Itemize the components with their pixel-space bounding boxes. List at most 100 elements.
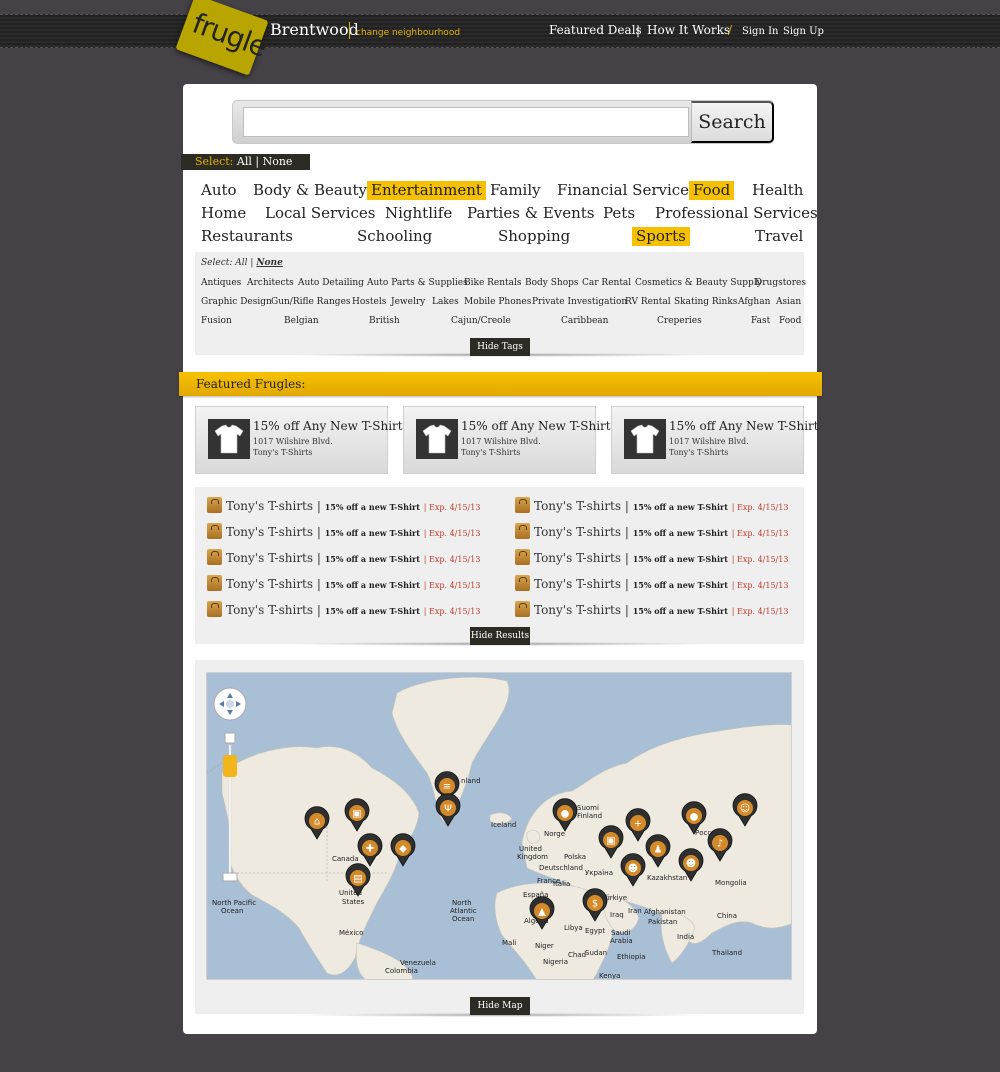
- tag-item[interactable]: Jewelry: [391, 297, 425, 307]
- svg-text:nland: nland: [461, 777, 481, 785]
- nav-how-it-works[interactable]: How It Works: [647, 23, 730, 37]
- category-restaurants[interactable]: Restaurants: [197, 227, 297, 246]
- result-expiry: | Exp. 4/15/13: [731, 503, 789, 512]
- tag-item[interactable]: Gun/Rifle Ranges: [271, 297, 351, 307]
- tag-item[interactable]: Cajun/Creole: [451, 316, 511, 326]
- featured-deal-card[interactable]: 15% off Any New T-Shirt 1017 Wilshire Blv…: [403, 406, 611, 474]
- tag-item[interactable]: RV Rental: [625, 297, 671, 307]
- result-item[interactable]: Tony's T-shirts | 15% off a new T-Shirt …: [207, 549, 480, 568]
- category-home[interactable]: Home: [197, 204, 250, 223]
- change-neighbourhood-link[interactable]: change neighbourhood: [356, 28, 460, 38]
- svg-text:Libya: Libya: [564, 924, 583, 932]
- select-all-link[interactable]: All: [237, 155, 252, 168]
- search-bar: Search: [232, 100, 774, 144]
- svg-text:☻: ☻: [686, 858, 696, 870]
- result-merchant: Tony's T-shirts: [226, 499, 314, 513]
- result-offer: 15% off a new T-Shirt: [632, 528, 728, 538]
- result-item[interactable]: Tony's T-shirts | 15% off a new T-Shirt …: [207, 497, 480, 516]
- tag-item[interactable]: Mobile Phones: [464, 297, 531, 307]
- featured-deal-card[interactable]: 15% off Any New T-Shirt 1017 Wilshire Blv…: [611, 406, 819, 474]
- tag-item[interactable]: Antiques: [201, 278, 241, 288]
- tag-item[interactable]: Caribbean: [561, 316, 608, 326]
- world-map[interactable]: Canada United States México Venezuela Co…: [206, 672, 792, 980]
- tag-item[interactable]: Skating Rinks: [674, 297, 737, 307]
- tag-item[interactable]: Auto Detailing: [298, 278, 364, 288]
- category-parties-events[interactable]: Parties & Events: [463, 204, 599, 223]
- tag-item[interactable]: Bike Rentals: [464, 278, 522, 288]
- tag-item[interactable]: British: [369, 316, 400, 326]
- category-local-services[interactable]: Local Services: [261, 204, 379, 223]
- result-merchant: Tony's T-shirts: [226, 603, 314, 617]
- search-button[interactable]: Search: [691, 101, 774, 143]
- category-financial-services[interactable]: Financial Services: [553, 181, 701, 200]
- result-item[interactable]: Tony's T-shirts | 15% off a new T-Shirt …: [515, 549, 788, 568]
- tag-item[interactable]: Car Rental: [582, 278, 631, 288]
- tags-select-all[interactable]: All: [235, 258, 247, 268]
- category-sports[interactable]: Sports: [632, 227, 690, 246]
- svg-text:Pakistan: Pakistan: [648, 918, 677, 926]
- svg-text:Nigeria: Nigeria: [543, 958, 568, 966]
- tags-select-none[interactable]: None: [256, 258, 283, 268]
- tag-item[interactable]: Architects: [247, 278, 294, 288]
- category-auto[interactable]: Auto: [197, 181, 241, 200]
- svg-text:Sudan: Sudan: [585, 949, 607, 957]
- restaurant-icon[interactable]: Ψ: [435, 793, 461, 827]
- svg-text:Egypt: Egypt: [585, 927, 605, 935]
- result-expiry: | Exp. 4/15/13: [731, 581, 789, 590]
- result-item[interactable]: Tony's T-shirts | 15% off a new T-Shirt …: [207, 523, 480, 542]
- tag-item[interactable]: Drugstores: [755, 278, 806, 288]
- category-professional-services[interactable]: Professional Services: [651, 204, 822, 223]
- tag-item[interactable]: Lakes: [432, 297, 459, 307]
- category-schooling[interactable]: Schooling: [353, 227, 436, 246]
- result-item[interactable]: Tony's T-shirts | 15% off a new T-Shirt …: [515, 523, 788, 542]
- tag-item[interactable]: Hostels: [352, 297, 386, 307]
- tag-item[interactable]: Graphic Design: [201, 297, 272, 307]
- deal-merchant: Tony's T-Shirts: [669, 448, 729, 457]
- nav-featured-deals[interactable]: Featured Deals: [549, 23, 642, 37]
- tag-item[interactable]: Auto Parts & Supplies: [367, 278, 468, 288]
- svg-text:▲: ▲: [538, 907, 546, 918]
- tag-item[interactable]: Creperies: [657, 316, 702, 326]
- nav-sign-up[interactable]: Sign Up: [783, 26, 824, 37]
- category-health[interactable]: Health: [748, 181, 807, 200]
- tag-item[interactable]: Food: [779, 316, 801, 326]
- tag-item[interactable]: Fast: [751, 316, 770, 326]
- hide-tags-button[interactable]: Hide Tags: [470, 338, 530, 356]
- category-food[interactable]: Food: [689, 181, 735, 200]
- tag-item[interactable]: Cosmetics & Beauty Supply: [635, 278, 762, 288]
- result-item[interactable]: Tony's T-shirts | 15% off a new T-Shirt …: [515, 497, 788, 516]
- featured-deal-card[interactable]: 15% off Any New T-Shirt 1017 Wilshire Blv…: [195, 406, 403, 474]
- nav-sign-in[interactable]: Sign In: [742, 26, 778, 37]
- select-label: Select:: [195, 155, 234, 168]
- category-nightlife[interactable]: Nightlife: [381, 204, 456, 223]
- tag-item[interactable]: Afghan: [738, 297, 770, 307]
- tag-item[interactable]: Private Investigation: [532, 297, 627, 307]
- tag-item[interactable]: Belgian: [284, 316, 319, 326]
- result-item[interactable]: Tony's T-shirts | 15% off a new T-Shirt …: [207, 575, 480, 594]
- svg-text:+: +: [634, 819, 642, 830]
- tag-item[interactable]: Fusion: [201, 316, 232, 326]
- category-pets[interactable]: Pets: [599, 204, 639, 223]
- search-input[interactable]: [243, 107, 689, 137]
- svg-text:▤: ▤: [353, 874, 362, 885]
- result-item[interactable]: Tony's T-shirts | 15% off a new T-Shirt …: [515, 575, 788, 594]
- result-item[interactable]: Tony's T-shirts | 15% off a new T-Shirt …: [207, 601, 480, 620]
- result-item[interactable]: Tony's T-shirts | 15% off a new T-Shirt …: [515, 601, 788, 620]
- category-entertainment[interactable]: Entertainment: [367, 181, 486, 200]
- hide-results-button[interactable]: Hide Results: [470, 627, 530, 645]
- category-shopping[interactable]: Shopping: [494, 227, 574, 246]
- category-family[interactable]: Family: [486, 181, 545, 200]
- hide-map-button[interactable]: Hide Map: [470, 997, 530, 1015]
- svg-text:☺: ☺: [740, 804, 750, 815]
- frugle-logo[interactable]: frugle: [175, 0, 271, 76]
- result-merchant: Tony's T-shirts: [534, 551, 622, 565]
- tag-item[interactable]: Body Shops: [525, 278, 579, 288]
- result-offer: 15% off a new T-Shirt: [632, 502, 728, 512]
- select-none-link[interactable]: None: [263, 155, 293, 168]
- category-body-beauty[interactable]: Body & Beauty: [249, 181, 371, 200]
- category-travel[interactable]: Travel: [751, 227, 807, 246]
- nav-slash: /: [728, 23, 733, 37]
- tag-item[interactable]: Asian: [776, 297, 801, 307]
- svg-text:Suomi: Suomi: [577, 804, 599, 812]
- result-offer: 15% off a new T-Shirt: [632, 554, 728, 564]
